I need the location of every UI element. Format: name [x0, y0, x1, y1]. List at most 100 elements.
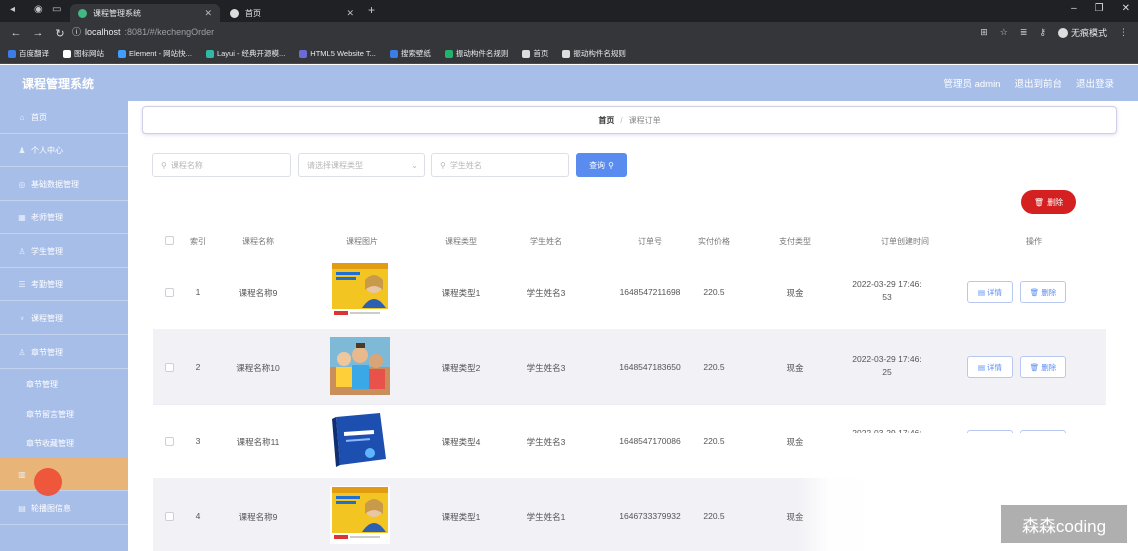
sidebar-item[interactable]: ♙ 章节管理	[0, 336, 128, 369]
star-icon[interactable]: ☆	[1000, 27, 1008, 38]
row-delete-button[interactable]: 🗑删除	[1020, 356, 1066, 378]
key-icon[interactable]: ⚷	[1039, 27, 1046, 38]
reload-icon[interactable]: ↻	[54, 27, 66, 40]
bookmark-item[interactable]: Element - 网站快...	[118, 48, 192, 59]
course-image	[330, 411, 390, 469]
row-delete-button[interactable]: 🗑删除	[1020, 281, 1066, 303]
app-title: 课程管理系统	[22, 77, 95, 91]
bookmark-item[interactable]: 百度翻译	[8, 48, 49, 59]
trash-icon: 🗑	[1033, 197, 1045, 207]
detail-icon: ▤	[977, 362, 986, 372]
bookmark-item[interactable]: Layui - 经典开源模...	[205, 48, 285, 59]
cell-pay: 现金	[786, 363, 804, 373]
sidebar-item[interactable]: ◎ 基础数据管理	[0, 168, 128, 201]
search-icon: ⚲	[440, 160, 446, 170]
bookmark-item[interactable]: 振动构件名规则	[562, 48, 626, 59]
search-icon: ⚲	[608, 160, 614, 170]
cell-course: 课程名称9	[238, 512, 278, 522]
cell-type: 课程类型1	[441, 288, 481, 298]
sidebar-item[interactable]: ▤ 轮播图信息	[0, 492, 128, 525]
course-type-select[interactable]: 请选择课程类型 ⌄	[298, 153, 425, 177]
course-image	[330, 262, 390, 320]
bookmark-icon	[522, 49, 531, 58]
sidebar-item[interactable]: ♆ 课程管理	[0, 302, 128, 335]
forward-icon[interactable]: →	[32, 27, 44, 39]
teacher-icon: ▦	[18, 212, 26, 222]
sidebar-item[interactable]: ♙ 学生管理	[0, 235, 128, 268]
sidebar-item[interactable]: ▦ 老师管理	[0, 201, 128, 234]
sidebar-item-label: 考勤管理	[31, 279, 63, 289]
detail-icon: ▤	[977, 287, 986, 297]
attendance-icon: ☰	[18, 279, 26, 289]
menu-icon[interactable]: ⋮	[1119, 27, 1128, 38]
tab-close-icon[interactable]: ✕	[204, 8, 212, 19]
restore-icon[interactable]: ❐	[1095, 3, 1104, 14]
minimize-icon[interactable]: –	[1071, 3, 1077, 14]
carousel-icon: ▤	[18, 503, 26, 513]
bookmark-icon	[299, 49, 308, 58]
column-header: 课程名称	[242, 237, 274, 246]
row-checkbox[interactable]	[165, 512, 174, 521]
row-checkbox[interactable]	[165, 437, 174, 446]
select-all-checkbox[interactable]	[165, 236, 174, 245]
cell-time: 2022-03-29 17:46: 53	[852, 279, 922, 302]
student-name-input[interactable]: ⚲ 学生姓名	[431, 153, 569, 177]
sidebar-item-label: 个人中心	[31, 145, 63, 155]
bookmark-item[interactable]: 首页	[522, 48, 548, 59]
cell-type: 课程类型4	[441, 437, 481, 447]
row-checkbox[interactable]	[165, 363, 174, 372]
bookmark-item[interactable]: 搜索壁纸	[389, 48, 431, 59]
breadcrumb-home[interactable]: 首页	[598, 115, 614, 126]
tab-search-icon[interactable]: ◂	[10, 4, 15, 15]
cell-order: 1648547211698	[619, 287, 681, 297]
bookmark-item[interactable]: HTML5 Website T...	[299, 49, 376, 58]
translate-icon[interactable]: ⊞	[980, 27, 988, 38]
course-name-input[interactable]: ⚲ 课程名称	[152, 153, 291, 177]
sidebar-item-label: 老师管理	[31, 212, 63, 222]
row-checkbox[interactable]	[165, 288, 174, 297]
cell-time: 2022-03-29 17:46: 25	[852, 354, 922, 377]
click-indicator	[34, 468, 62, 496]
sidebar-item[interactable]: ♟ 个人中心	[0, 134, 128, 167]
sidebar-item[interactable]: ⌂ 首页	[0, 101, 128, 134]
sidebar-subitem[interactable]: 章节收藏管理	[0, 428, 128, 458]
reading-list-icon[interactable]: ≣	[1020, 27, 1028, 38]
table-row: 1 课程名称9 课程类型1 学生姓名3 1648547211698 220.5 现金 2022…	[153, 254, 1106, 330]
back-to-front-link[interactable]: 退出到前台	[1014, 76, 1062, 90]
home-icon: ⌂	[19, 112, 25, 122]
window-controls: – ❐ ✕	[1071, 3, 1130, 14]
tab-home[interactable]: 首页 ✕	[222, 4, 362, 22]
sidebar-subitem[interactable]: 章节留言管理	[0, 399, 128, 429]
logout-link[interactable]: 退出登录	[1076, 76, 1114, 90]
tab-close-icon[interactable]: ✕	[346, 8, 354, 19]
window-icon[interactable]: ▭	[52, 4, 61, 15]
detail-button[interactable]: ▤详情	[967, 281, 1013, 303]
sidebar-subitem[interactable]: 章节管理	[0, 369, 128, 399]
bookmark-item[interactable]: 图标网站	[63, 48, 104, 59]
search-button[interactable]: 查询 ⚲	[576, 153, 627, 177]
search-icon: ⚲	[161, 160, 167, 170]
close-window-icon[interactable]: ✕	[1122, 3, 1130, 14]
url-field[interactable]: ⓘ localhost:8081/#/kechengOrder	[72, 25, 214, 38]
bookmark-icon	[118, 49, 126, 58]
trash-icon: 🗑	[1029, 287, 1040, 297]
back-icon[interactable]: ←	[10, 27, 22, 39]
tab-title: 首页	[245, 8, 261, 18]
detail-button[interactable]: ▤详情	[967, 356, 1013, 378]
sidebar-item-course-order[interactable]: ▥	[0, 458, 128, 491]
incognito-badge[interactable]: 无痕模式	[1057, 26, 1107, 39]
sidebar-item[interactable]: ☰ 考勤管理	[0, 268, 128, 301]
breadcrumb-separator: /	[620, 115, 623, 125]
breadcrumb-current: 课程订单	[628, 115, 661, 125]
bookmark-item[interactable]: 振动构件名规则	[444, 48, 508, 59]
sidebar-item-label: 课程管理	[31, 313, 63, 323]
table-row: 2 课程名称10 课程类型2 学生姓名3 1648547183650 220.5 现金 202…	[153, 329, 1106, 405]
bookmark-icon	[562, 49, 571, 58]
cell-type: 课程类型1	[441, 512, 481, 522]
globe-favicon-icon	[230, 8, 239, 18]
new-tab-icon[interactable]: +	[368, 3, 375, 17]
tab-course-system[interactable]: 课程管理系统 ✕	[70, 4, 220, 22]
bookmarks-bar: 百度翻译 图标网站 Element - 网站快... Layui - 经典开源模...…	[0, 44, 1138, 64]
batch-delete-button[interactable]: 🗑 删除	[1021, 190, 1076, 214]
cell-order: 1648547183650	[619, 362, 681, 372]
